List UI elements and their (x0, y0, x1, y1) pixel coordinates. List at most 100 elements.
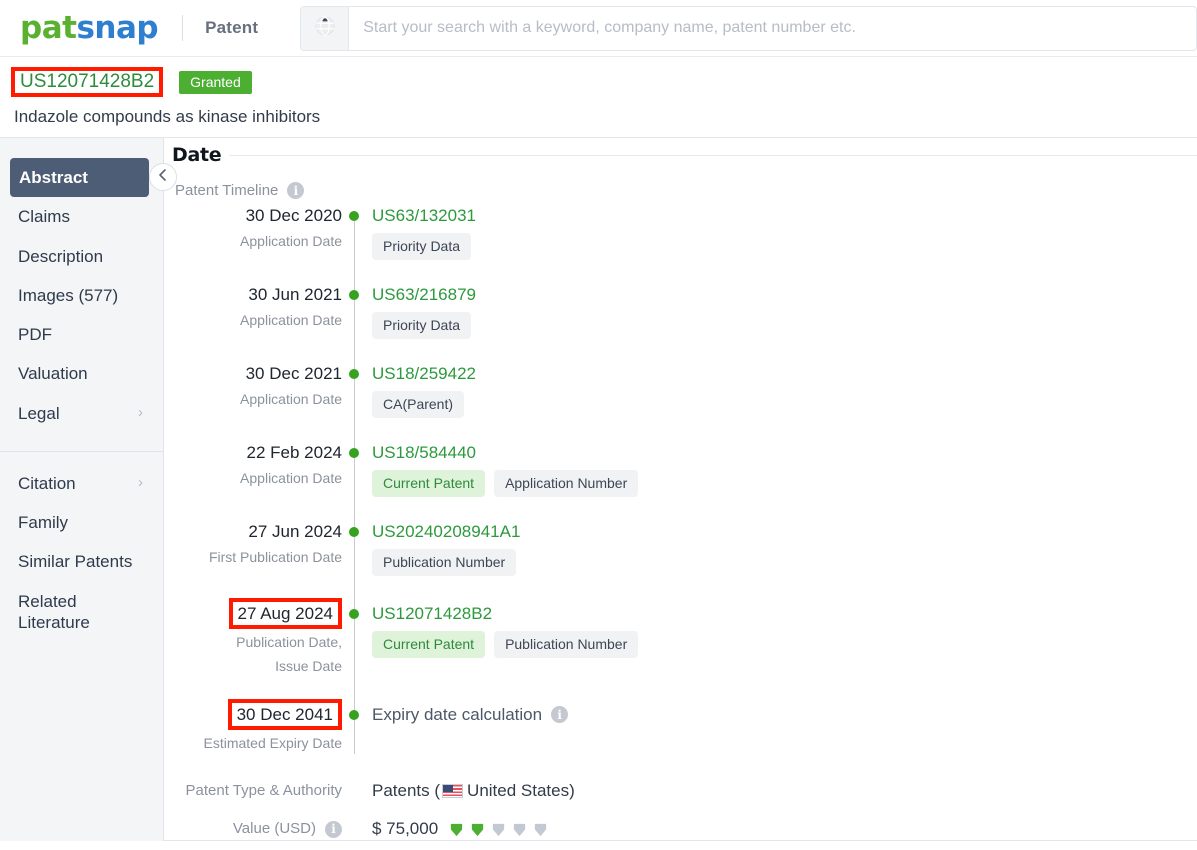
timeline-marker-col (342, 440, 366, 497)
timeline-marker-col (342, 519, 366, 576)
patent-timeline-label-row: Patent Timeline i (175, 182, 1197, 199)
timeline-chip[interactable]: Publication Number (494, 631, 639, 658)
timeline-chip[interactable]: Priority Data (372, 312, 472, 339)
search-scope-button[interactable] (301, 6, 350, 50)
sidebar-item-citation[interactable]: Citation › (0, 464, 163, 503)
timeline-dot-icon (349, 527, 359, 537)
field-value-usd: $ 75,000 (342, 816, 548, 841)
timeline-spacer (164, 497, 1197, 519)
gem-icon-filled (472, 823, 484, 836)
sidebar-item-abstract[interactable]: Abstract (10, 158, 149, 198)
chevron-left-icon (158, 168, 168, 187)
patent-id-row: US12071428B2 Granted (0, 67, 1197, 97)
chevron-right-icon: › (138, 474, 143, 491)
sidebar-item-similar-patents[interactable]: Similar Patents (0, 542, 163, 581)
timeline-row: 22 Feb 2024 Application Date US18/584440… (164, 440, 1197, 497)
timeline-row-expiry: 30 Dec 2041 Estimated Expiry Date Expiry… (164, 699, 1197, 754)
logo-text-snap: snap (76, 9, 159, 46)
timeline-row: 30 Dec 2020 Application Date US63/132031… (164, 203, 1197, 260)
top-header-bar: patsnap Patent (0, 0, 1197, 57)
timeline-row: 30 Dec 2021 Application Date US18/259422… (164, 361, 1197, 418)
authority-prefix: Patents ( (372, 781, 441, 800)
sidebar-item-label: Valuation (18, 364, 88, 384)
timeline-spacer (164, 260, 1197, 282)
timeline-chip[interactable]: Publication Number (372, 549, 517, 576)
sidebar-item-family[interactable]: Family (0, 503, 163, 542)
timeline-date-type: Estimated Expiry Date (203, 735, 343, 751)
timeline-number-link[interactable]: US18/259422 (372, 361, 476, 386)
timeline-right: US18/259422 CA(Parent) (366, 361, 1197, 418)
patent-title: Indazole compounds as kinase inhibitors (14, 107, 321, 126)
timeline-number-link[interactable]: US18/584440 (372, 440, 476, 465)
timeline-chips: Current Patent Publication Number (372, 631, 1197, 658)
globe-icon (314, 15, 336, 42)
patsnap-logo[interactable]: patsnap (20, 9, 159, 46)
timeline-chips: Priority Data (372, 233, 1197, 260)
timeline-chip[interactable]: Priority Data (372, 233, 472, 260)
field-label: Patent Type & Authority (185, 782, 343, 799)
sidebar-item-pdf[interactable]: PDF (0, 315, 163, 354)
timeline-expiry-date-annotated: 30 Dec 2041 (227, 699, 342, 730)
timeline-number-link[interactable]: US12071428B2 (372, 601, 492, 626)
timeline-spacer (164, 339, 1197, 361)
timeline-date-type: Application Date (240, 391, 342, 407)
info-icon[interactable]: i (551, 706, 569, 723)
timeline-chip[interactable]: CA(Parent) (372, 391, 465, 418)
timeline-chip-current-patent[interactable]: Current Patent (372, 631, 486, 658)
bottom-divider (164, 840, 1197, 841)
sidebar-item-description[interactable]: Description (0, 237, 163, 276)
sidebar-item-related-literature-line2[interactable]: Literature (0, 612, 163, 642)
sidebar-item-claims[interactable]: Claims (0, 197, 163, 236)
timeline-date: 27 Jun 2024 (248, 522, 342, 541)
sidebar-item-related-literature[interactable]: Related (0, 582, 163, 612)
timeline-left: 30 Dec 2041 Estimated Expiry Date (164, 699, 342, 754)
timeline-spacer (164, 677, 1197, 699)
timeline-left: 27 Jun 2024 First Publication Date (164, 519, 342, 576)
info-icon[interactable]: i (325, 820, 342, 838)
timeline-chips: CA(Parent) (372, 391, 1197, 418)
sidebar-item-images[interactable]: Images (577) (0, 276, 163, 315)
patent-summary-bar: US12071428B2 Granted Indazole compounds … (0, 57, 1197, 137)
date-section-header: Date (164, 138, 1197, 166)
timeline-number-link[interactable]: US63/132031 (372, 203, 476, 228)
field-value-authority: Patents ( United States) (342, 778, 575, 804)
chevron-right-icon: › (138, 403, 143, 421)
timeline-chips: Priority Data (372, 312, 1197, 339)
logo-text-pat: pat (20, 9, 77, 46)
timeline-right: US20240208941A1 Publication Number (366, 519, 1197, 576)
timeline-date-annotated: 27 Aug 2024 (228, 598, 342, 629)
us-flag-icon (442, 784, 464, 798)
gem-icon-empty (535, 823, 547, 836)
main-content: Date Patent Timeline i 30 Dec 2020 Appli… (164, 138, 1197, 841)
timeline-left: 30 Dec 2021 Application Date (164, 361, 342, 418)
sidebar-item-label: Similar Patents (18, 552, 133, 572)
timeline-date-type: Application Date (240, 470, 342, 486)
timeline-number-link[interactable]: US20240208941A1 (372, 519, 520, 544)
patent-timeline-label: Patent Timeline (175, 182, 279, 199)
value-amount: $ 75,000 (372, 819, 439, 838)
sidebar-item-legal[interactable]: Legal › (0, 394, 163, 433)
authority-suffix: United States) (467, 781, 575, 800)
timeline-chip[interactable]: Application Number (494, 470, 639, 497)
timeline-date: 30 Dec 2020 (245, 206, 342, 225)
sidebar-item-valuation[interactable]: Valuation (0, 354, 163, 393)
field-row-value: Value (USD) i $ 75,000 (164, 816, 1197, 841)
header-divider (182, 15, 184, 41)
timeline-right: US18/584440 Current Patent Application N… (366, 440, 1197, 497)
timeline-dot-icon (349, 448, 359, 458)
timeline-date: 30 Dec 2021 (245, 364, 342, 383)
timeline-right: Expiry date calculation i (366, 699, 1197, 754)
timeline-marker-col (342, 203, 366, 260)
timeline-number-link[interactable]: US63/216879 (372, 282, 476, 307)
timeline-date-type: First Publication Date (208, 549, 342, 565)
sidebar-separator (0, 450, 163, 452)
sidebar-collapse-button[interactable] (149, 163, 177, 191)
timeline-chip-current-patent[interactable]: Current Patent (372, 470, 486, 497)
info-icon[interactable]: i (287, 182, 305, 199)
sidebar-item-label-line2: Literature (18, 612, 90, 632)
patent-number[interactable]: US12071428B2 (20, 71, 154, 93)
status-badge: Granted (179, 70, 252, 94)
search-input[interactable] (349, 6, 1196, 50)
timeline-row: 30 Jun 2021 Application Date US63/216879… (164, 282, 1197, 339)
timeline-left: 22 Feb 2024 Application Date (164, 440, 342, 497)
